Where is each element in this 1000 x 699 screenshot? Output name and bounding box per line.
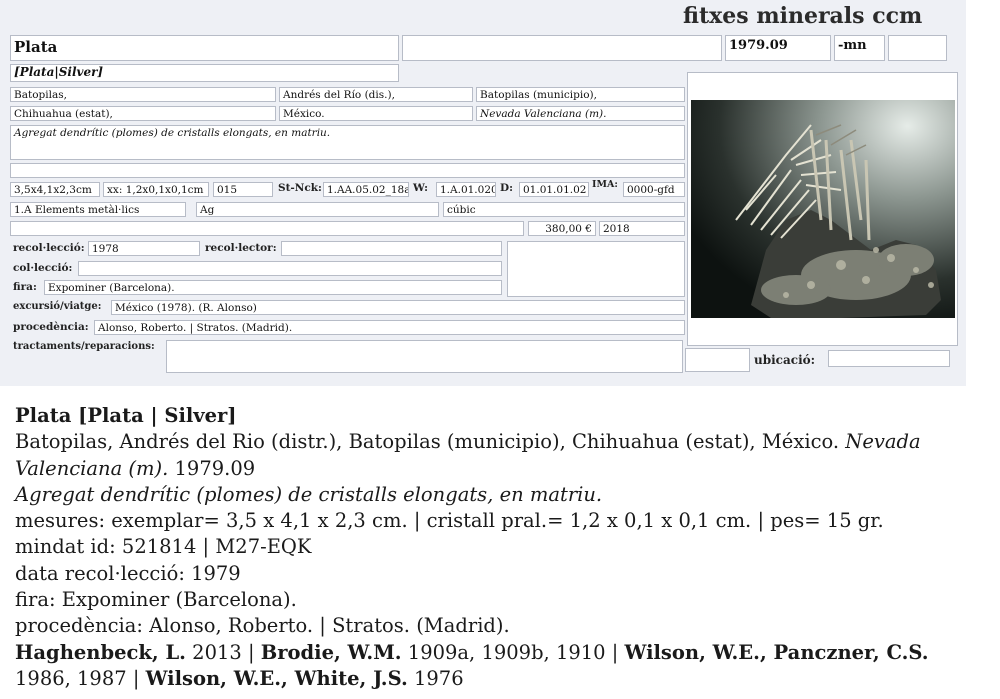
summary-title: Plata [Plata | Silver]	[15, 404, 237, 427]
location-label: ubicació:	[754, 353, 816, 367]
locality-country-field[interactable]: México.	[279, 106, 473, 121]
d-field[interactable]: 01.01.01.02	[519, 182, 589, 197]
location-field[interactable]	[828, 350, 950, 367]
name-field[interactable]: Plata	[10, 35, 399, 61]
extra-line-field[interactable]	[10, 163, 685, 178]
locality-state-field[interactable]: Chihuahua (estat),	[10, 106, 276, 121]
year-field[interactable]: 2018	[599, 221, 685, 236]
price-note-field[interactable]	[10, 221, 524, 236]
mineral-card-form: fitxes minerals ccm Plata 1979.09 -mn [P…	[0, 0, 966, 386]
app-title: fitxes minerals ccm	[683, 3, 923, 29]
code-suffix-field[interactable]: -mn	[834, 35, 885, 61]
location-box-field[interactable]	[685, 348, 750, 372]
crystal-system-field[interactable]: cúbic	[443, 202, 685, 217]
ref-author[interactable]: Brodie, W.M.	[261, 641, 402, 664]
w-label: W:	[413, 182, 428, 194]
summary-collection-date: data recol·lecció: 1979	[15, 561, 241, 585]
treatments-label: tractaments/reparacions:	[13, 341, 155, 352]
summary-fair: fira: Expominer (Barcelona).	[15, 588, 297, 612]
specimen-photo[interactable]	[691, 100, 955, 318]
code-box-field[interactable]	[888, 35, 947, 61]
size-field[interactable]: 3,5x4,1x2,3cm	[10, 182, 100, 197]
locality-mine-field[interactable]: Nevada Valenciana (m).	[476, 106, 685, 121]
summary-mindat: mindat id: 521814 | M27-EQK	[15, 535, 312, 559]
fair-field[interactable]: Expominer (Barcelona).	[44, 280, 502, 295]
summary-references-line2: 1986, 1987 | Wilson, W.E., White, J.S. 1…	[15, 666, 985, 692]
weight-field[interactable]: 015	[213, 182, 273, 197]
synonyms-field[interactable]: [Plata|Silver]	[10, 64, 399, 82]
excursion-field[interactable]: México (1978). (R. Alonso)	[111, 300, 685, 315]
locality-municipality-field[interactable]: Batopilas (municipio),	[476, 87, 685, 102]
notes-box[interactable]	[507, 241, 685, 297]
summary-provenance: procedència: Alonso, Roberto. | Stratos.…	[15, 614, 510, 638]
collection-year-label: recol·lecció:	[13, 242, 85, 254]
provenance-field[interactable]: Alonso, Roberto. | Stratos. (Madrid).	[94, 320, 685, 335]
excursion-label: excursió/viatge:	[13, 301, 102, 312]
description-field[interactable]: Agregat dendrític (plomes) de cristalls …	[10, 125, 685, 160]
summary-references-line1: Haghenbeck, L. 2013 | Brodie, W.M. 1909a…	[15, 640, 985, 666]
date-field[interactable]: 1979.09	[725, 35, 831, 61]
d-label: D:	[500, 182, 513, 194]
summary-mine-part1: Nevada	[845, 430, 921, 454]
ima-field[interactable]: 0000-gfd	[623, 182, 685, 197]
ima-label: IMA:	[592, 179, 618, 190]
w-field[interactable]: 1.A.01.020	[436, 182, 496, 197]
ref-years: 1986, 1987 |	[15, 666, 146, 690]
fair-label: fira:	[13, 281, 37, 293]
ref-years: 1909a, 1909b, 1910 |	[401, 640, 625, 664]
locality-place-field[interactable]: Batopilas,	[10, 87, 276, 102]
collection-label: col·lecció:	[13, 262, 73, 274]
treatments-field[interactable]	[166, 340, 683, 373]
group-field[interactable]: 1.A Elements metàl·lics	[10, 202, 186, 217]
summary-date: 1979.09	[168, 456, 256, 480]
ref-years: 1976	[407, 666, 464, 690]
name-extra-field[interactable]	[402, 35, 722, 61]
photo-frame	[687, 72, 958, 346]
summary-locality: Batopilas, Andrés del Rio (distr.), Bato…	[15, 430, 846, 454]
locality-district-field[interactable]: Andrés del Río (dis.),	[279, 87, 473, 102]
collection-field[interactable]	[78, 261, 502, 276]
stnck-label: St-Nck:	[278, 182, 322, 194]
collection-year-field[interactable]: 1978	[88, 241, 200, 256]
collector-field[interactable]	[281, 241, 502, 256]
summary-description: Agregat dendrític (plomes) de cristalls …	[15, 482, 603, 506]
ref-author[interactable]: Wilson, W.E., Panczner, C.S.	[625, 641, 929, 664]
collector-label: recol·lector:	[205, 242, 277, 254]
summary-measures: mesures: exemplar= 3,5 x 4,1 x 2,3 cm. |…	[15, 509, 884, 533]
ref-years: 2013 |	[185, 640, 261, 664]
stnck-field[interactable]: 1.AA.05.02_18a	[323, 182, 409, 197]
summary-text: Plata [Plata | Silver] Batopilas, Andrés…	[15, 403, 985, 692]
provenance-label: procedència:	[13, 321, 89, 333]
price-field[interactable]: 380,00 €	[528, 221, 596, 236]
ref-author[interactable]: Haghenbeck, L.	[15, 641, 186, 664]
formula-field[interactable]: Ag	[196, 202, 439, 217]
ref-author[interactable]: Wilson, W.E., White, J.S.	[146, 667, 408, 690]
crystal-size-field[interactable]: xx: 1,2x0,1x0,1cm	[103, 182, 209, 197]
summary-mine-part2: Valenciana (m).	[15, 456, 169, 480]
